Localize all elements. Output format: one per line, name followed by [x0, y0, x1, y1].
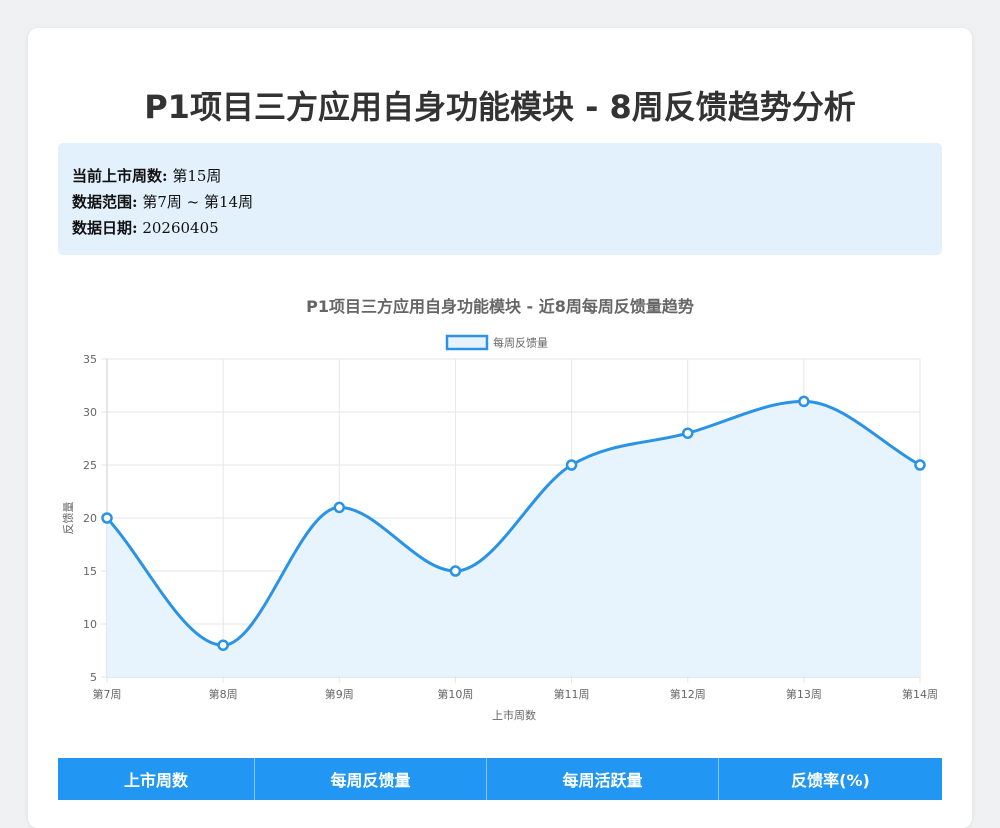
- launch-week-value: 第15周: [172, 167, 222, 185]
- table-header-row: 上市周数 每周反馈量 每周活跃量 反馈率(%): [58, 758, 942, 800]
- launch-week-row: 当前上市周数: 第15周: [72, 163, 928, 189]
- info-box: 当前上市周数: 第15周 数据范围: 第7周 ~ 第14周 数据日期: 2026…: [58, 143, 942, 255]
- table-header-feedback: 每周反馈量: [255, 758, 487, 800]
- page-title: P1项目三方应用自身功能模块 - 8周反馈趋势分析: [144, 88, 856, 126]
- data-range-row: 数据范围: 第7周 ~ 第14周: [72, 189, 928, 215]
- data-range-label: 数据范围:: [72, 193, 138, 211]
- launch-week-label: 当前上市周数:: [72, 167, 168, 185]
- table-header-active: 每周活跃量: [487, 758, 719, 800]
- data-date-row: 数据日期: 20260405: [72, 215, 928, 241]
- data-date-value: 20260405: [142, 219, 219, 237]
- table-header-week: 上市周数: [58, 758, 255, 800]
- table-header-rate: 反馈率(%): [791, 771, 870, 790]
- data-date-label: 数据日期:: [72, 219, 138, 237]
- data-range-value: 第7周 ~ 第14周: [142, 193, 254, 211]
